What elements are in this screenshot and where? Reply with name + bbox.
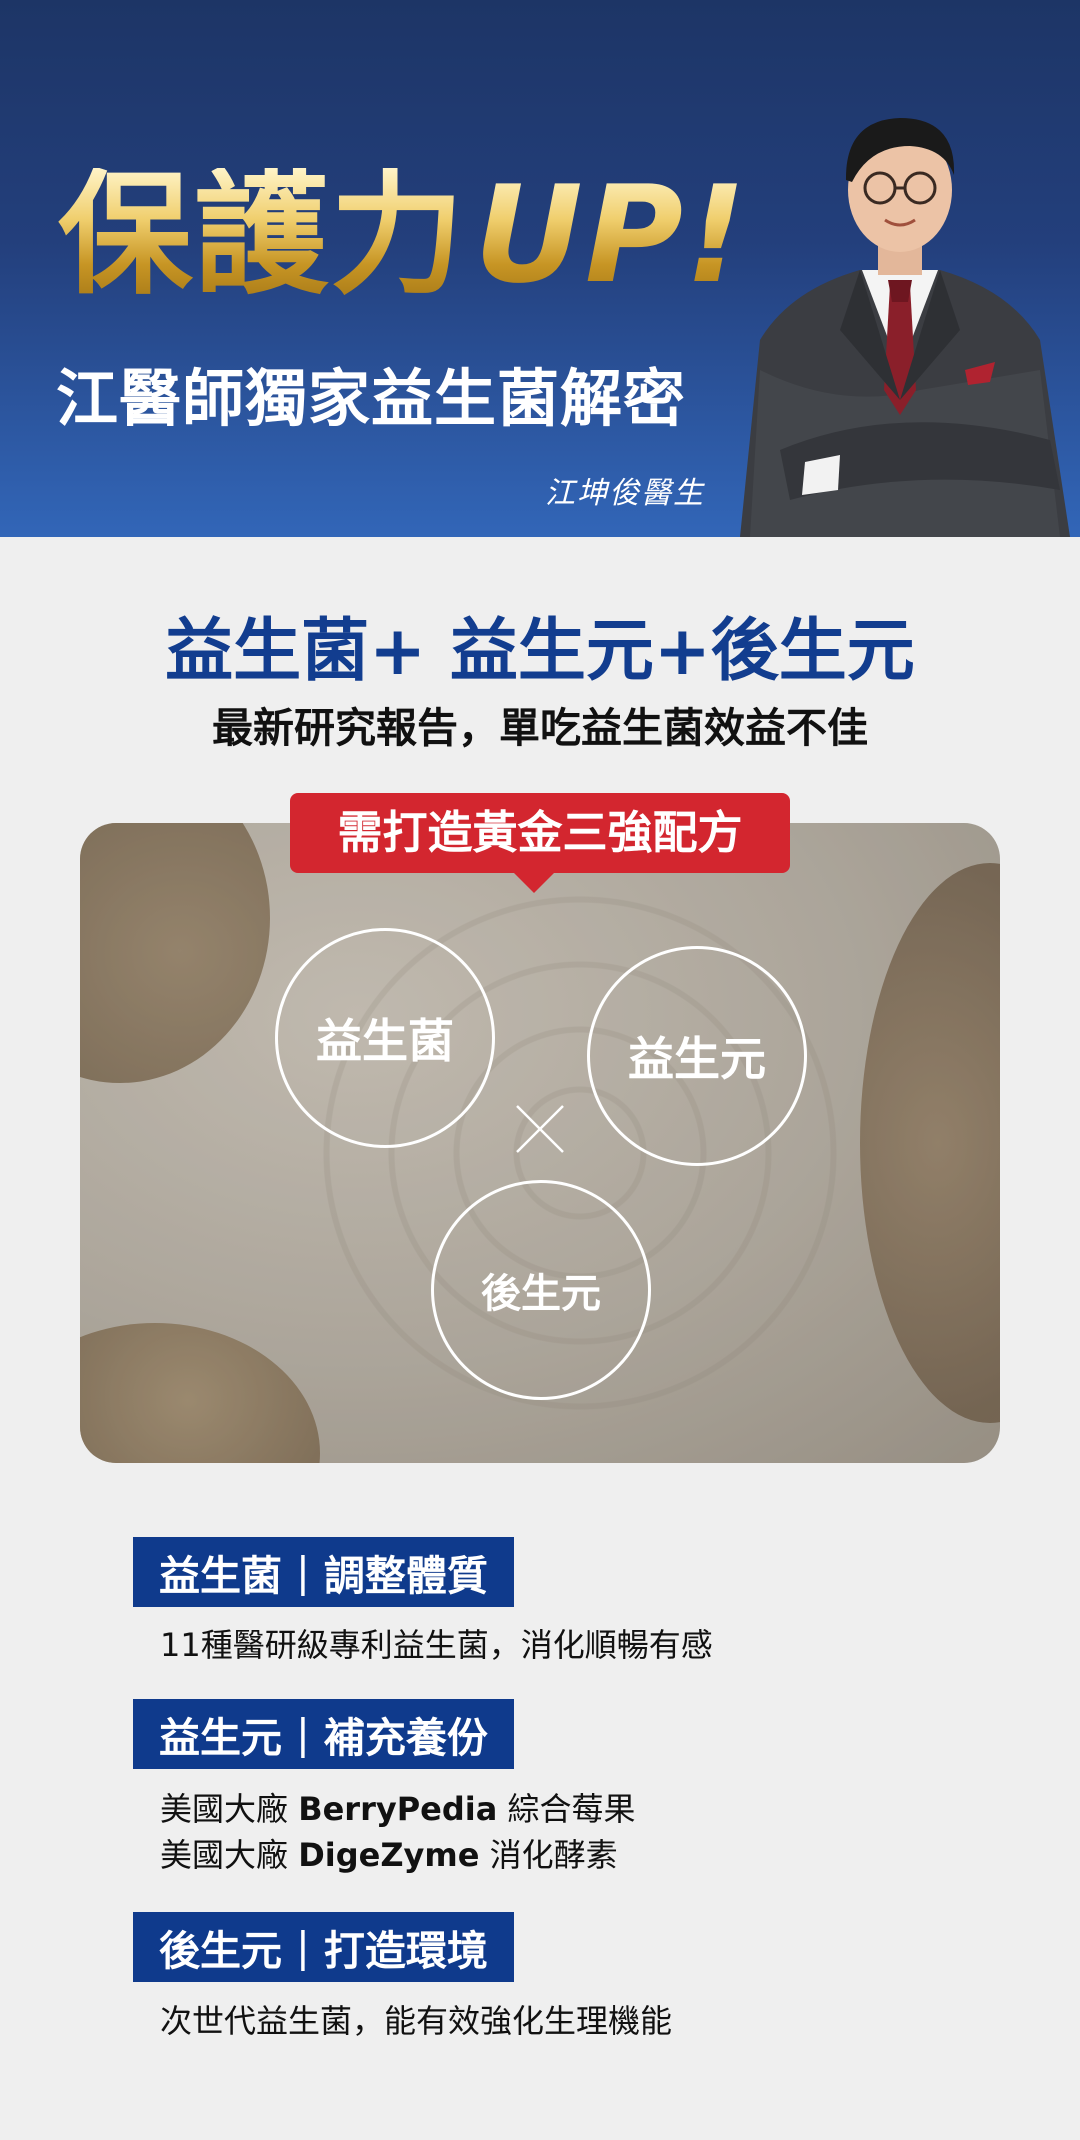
circle-postbiotic: 後生元 xyxy=(431,1180,651,1400)
hero-banner: 保護力UP! 江醫師獨家益生菌解密 江坤俊醫生 xyxy=(0,0,1080,537)
tag-name: 益生元 xyxy=(159,1714,282,1762)
formula-subtitle: 最新研究報告，單吃益生菌效益不佳 xyxy=(212,704,868,752)
tag-prebiotic: 益生元 | 補充養份 xyxy=(133,1699,514,1769)
formula-ribbon: 需打造黃金三強配方 xyxy=(290,793,790,893)
circle-prebiotic: 益生元 xyxy=(587,946,807,1166)
desc-suffix: 消化酵素 xyxy=(479,1836,618,1874)
hero-subhead: 江醫師獨家益生菌解密 xyxy=(56,362,687,435)
doctor-portrait xyxy=(740,118,1070,537)
tag-benefit: 打造環境 xyxy=(323,1927,488,1975)
tag-separator: | xyxy=(296,1548,310,1596)
brand-name: BerryPedia xyxy=(298,1790,498,1828)
brand-name: DigeZyme xyxy=(298,1836,480,1874)
ribbon-label: 需打造黃金三強配方 xyxy=(337,806,743,859)
tag-benefit: 調整體質 xyxy=(323,1552,488,1600)
hero-headline: 保護力UP! xyxy=(58,168,748,302)
tag-name: 後生元 xyxy=(159,1927,282,1975)
prebiotic-description-line: 美國大廠 DigeZyme 消化酵素 xyxy=(160,1832,618,1878)
ribbon-pointer xyxy=(514,873,554,893)
multiply-icon xyxy=(516,1105,564,1153)
tag-separator: | xyxy=(296,1710,310,1758)
tag-name: 益生菌 xyxy=(159,1552,282,1600)
doctor-signature: 江坤俊醫生 xyxy=(545,476,705,511)
headline-main: 保護力 xyxy=(58,157,467,313)
prebiotic-description-line: 美國大廠 BerryPedia 綜合莓果 xyxy=(160,1786,636,1832)
postbiotic-description: 次世代益生菌，能有效強化生理機能 xyxy=(160,2002,673,2040)
tag-benefit: 補充養份 xyxy=(323,1714,488,1762)
headline-accent: UP! xyxy=(474,157,749,313)
probiotic-description: 11種醫研級專利益生菌，消化順暢有感 xyxy=(160,1626,713,1664)
circle-probiotic: 益生菌 xyxy=(275,928,495,1148)
desc-prefix: 美國大廠 xyxy=(160,1836,299,1874)
formula-title: 益生菌+ 益生元+後生元 xyxy=(165,612,915,691)
desc-prefix: 美國大廠 xyxy=(160,1790,299,1828)
tag-probiotic: 益生菌 | 調整體質 xyxy=(133,1537,514,1607)
tag-postbiotic: 後生元 | 打造環境 xyxy=(133,1912,514,1982)
tag-separator: | xyxy=(296,1923,310,1971)
circle-label: 後生元 xyxy=(481,1271,601,1317)
circle-label: 益生菌 xyxy=(316,1014,454,1068)
circle-label: 益生元 xyxy=(628,1032,766,1086)
desc-suffix: 綜合莓果 xyxy=(497,1790,636,1828)
